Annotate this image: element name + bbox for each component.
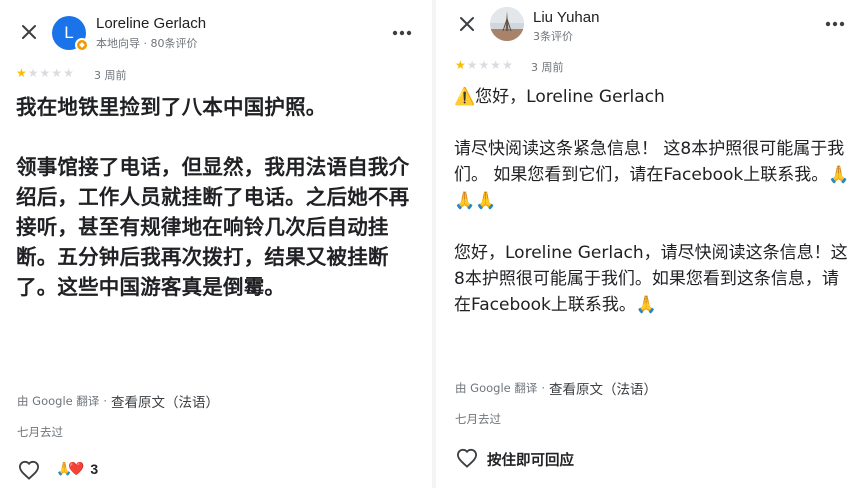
reaction-count: 3 bbox=[90, 461, 99, 477]
translated-by-label: 由 Google 翻译 bbox=[455, 381, 538, 395]
author-name[interactable]: Liu Yuhan bbox=[533, 9, 599, 26]
review-panel-left: L Loreline Gerlach 本地向导 · 80条评价 ★ ★ ★ ★ ★ 3 … bbox=[0, 0, 432, 488]
review-text: 我在地铁里捡到了八本中国护照。 领事馆接了电话，但显然，我用法语自我介绍后，工作… bbox=[16, 95, 410, 299]
star-empty-icon: ★ bbox=[478, 58, 490, 72]
view-original-link[interactable]: 查看原文（法语） bbox=[111, 391, 219, 411]
more-options-button[interactable] bbox=[822, 12, 848, 36]
avatar-initial: L bbox=[64, 23, 74, 42]
avatar[interactable] bbox=[490, 7, 524, 41]
review-time: 3 周前 bbox=[531, 61, 564, 74]
heart-outline-icon bbox=[18, 460, 40, 480]
star-filled-icon: ★ bbox=[16, 66, 27, 80]
close-icon bbox=[460, 17, 474, 31]
heart-outline-icon bbox=[456, 448, 478, 468]
translation-row: 由 Google 翻译 · 查看原文（法语） bbox=[17, 391, 219, 411]
close-button[interactable] bbox=[17, 20, 41, 44]
review-time: 3 周前 bbox=[94, 69, 127, 82]
local-guide-badge-icon bbox=[75, 38, 89, 52]
red-heart-icon: ❤️ bbox=[68, 461, 85, 477]
review-panel-right: Liu Yuhan 3条评价 ★ ★ ★ ★ ★ 3 周前 ⚠️您好，Loreline … bbox=[436, 0, 868, 488]
like-button[interactable] bbox=[455, 446, 479, 470]
review-text: ⚠️您好，Loreline Gerlach 请尽快阅读这条紧急信息！ 这8本护照… bbox=[454, 87, 850, 315]
star-empty-icon: ★ bbox=[466, 58, 478, 72]
more-options-button[interactable] bbox=[389, 21, 415, 45]
author-name[interactable]: Loreline Gerlach bbox=[96, 15, 206, 32]
translated-by-label: 由 Google 翻译 bbox=[17, 394, 100, 408]
star-empty-icon: ★ bbox=[27, 66, 39, 80]
reactions-summary[interactable]: 🙏 ❤️ 3 bbox=[56, 461, 98, 477]
dot-separator: · bbox=[541, 381, 546, 395]
star-empty-icon: ★ bbox=[63, 66, 74, 80]
dot-separator: · bbox=[103, 394, 108, 408]
more-vert-icon bbox=[825, 21, 845, 27]
more-vert-icon bbox=[392, 30, 412, 36]
star-filled-icon: ★ bbox=[455, 58, 466, 72]
close-icon bbox=[22, 25, 36, 39]
star-rating: ★ ★ ★ ★ ★ bbox=[16, 67, 74, 79]
star-empty-icon: ★ bbox=[39, 66, 51, 80]
hold-to-react-hint[interactable]: 按住即可回应 bbox=[487, 449, 574, 470]
star-empty-icon: ★ bbox=[51, 66, 63, 80]
view-original-link[interactable]: 查看原文（法语） bbox=[549, 378, 657, 398]
like-button[interactable] bbox=[17, 458, 41, 482]
star-rating: ★ ★ ★ ★ ★ bbox=[455, 59, 513, 71]
avatar-photo-icon bbox=[490, 7, 524, 41]
visit-date: 七月去过 bbox=[455, 412, 501, 426]
star-empty-icon: ★ bbox=[502, 58, 513, 72]
close-button[interactable] bbox=[455, 12, 479, 36]
star-empty-icon: ★ bbox=[490, 58, 502, 72]
visit-date: 七月去过 bbox=[17, 425, 63, 439]
author-meta: 3条评价 bbox=[533, 30, 573, 43]
translation-row: 由 Google 翻译 · 查看原文（法语） bbox=[455, 378, 657, 398]
author-meta: 本地向导 · 80条评价 bbox=[96, 37, 198, 50]
